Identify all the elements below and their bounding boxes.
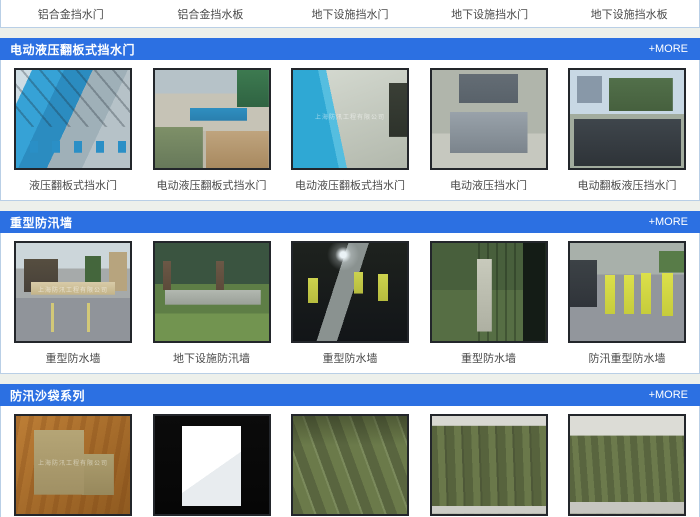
product-item[interactable] (568, 414, 686, 517)
more-link[interactable]: +MORE (649, 389, 688, 401)
more-link[interactable]: +MORE (649, 216, 688, 228)
product-photo[interactable] (568, 68, 686, 170)
product-item[interactable] (430, 414, 548, 517)
product-photo[interactable] (430, 68, 548, 170)
product-photo[interactable] (568, 241, 686, 343)
product-caption[interactable]: 防汛重型防水墙 (568, 350, 686, 363)
product-item[interactable]: 电动翻板液压挡水门 (568, 68, 686, 190)
watermark-text: 上海防汛工程有限公司 (293, 115, 407, 122)
section-title: 电动液压翻板式挡水门 (10, 41, 135, 58)
product-caption[interactable]: 液压翻板式挡水门 (14, 177, 132, 190)
product-photo[interactable]: 上海防汛工程有限公司 (14, 414, 132, 516)
product-caption[interactable]: 电动液压挡水门 (430, 177, 548, 190)
product-photo[interactable] (430, 241, 548, 343)
top-caption-row: 铝合金挡水门铝合金挡水板地下设施挡水门地下设施挡水门地下设施挡水板 (0, 0, 700, 28)
product-item[interactable]: 重型防水墙 (430, 241, 548, 363)
product-link[interactable]: 地下设施挡水门 (420, 6, 560, 22)
product-caption[interactable]: 电动液压翻板式挡水门 (291, 177, 409, 190)
product-link[interactable]: 铝合金挡水板 (141, 6, 281, 22)
product-photo[interactable]: 上海防汛工程有限公司 (14, 241, 132, 343)
product-photo[interactable] (153, 241, 271, 343)
product-photo[interactable] (430, 414, 548, 516)
section-body: 上海防汛工程有限公司 重型防水墙 地下设施防汛墙 重型防水墙 重型防水墙 防汛重… (0, 233, 700, 374)
product-photo[interactable] (153, 68, 271, 170)
product-caption[interactable]: 电动液压翻板式挡水门 (153, 177, 271, 190)
watermark-text: 上海防汛工程有限公司 (16, 461, 130, 468)
product-item[interactable]: 上海防汛工程有限公司 电动液压翻板式挡水门 (291, 68, 409, 190)
product-item[interactable]: 电动液压挡水门 (430, 68, 548, 190)
section-title: 重型防汛墙 (10, 214, 73, 231)
product-section: 重型防汛墙 +MORE 上海防汛工程有限公司 重型防水墙 地下设施防汛墙 重型防… (0, 211, 700, 374)
product-item[interactable]: 重型防水墙 (291, 241, 409, 363)
product-item[interactable]: 地下设施防汛墙 (153, 241, 271, 363)
product-link[interactable]: 地下设施挡水板 (559, 6, 699, 22)
section-title: 防汛沙袋系列 (10, 387, 85, 404)
product-item[interactable] (153, 414, 271, 517)
product-photo[interactable] (291, 241, 409, 343)
section-header: 重型防汛墙 +MORE (0, 211, 700, 233)
section-body: 上海防汛工程有限公司 (0, 406, 700, 517)
product-photo[interactable] (14, 68, 132, 170)
section-header: 电动液压翻板式挡水门 +MORE (0, 38, 700, 60)
product-item[interactable]: 防汛重型防水墙 (568, 241, 686, 363)
section-body: 液压翻板式挡水门 电动液压翻板式挡水门 上海防汛工程有限公司 电动液压翻板式挡水… (0, 60, 700, 201)
product-caption[interactable]: 电动翻板液压挡水门 (568, 177, 686, 190)
product-item[interactable] (291, 414, 409, 517)
product-photo[interactable] (291, 414, 409, 516)
section-list: 电动液压翻板式挡水门 +MORE 液压翻板式挡水门 电动液压翻板式挡水门 上海防… (0, 38, 700, 517)
product-item[interactable]: 液压翻板式挡水门 (14, 68, 132, 190)
section-header: 防汛沙袋系列 +MORE (0, 384, 700, 406)
product-caption[interactable]: 地下设施防汛墙 (153, 350, 271, 363)
product-item[interactable]: 电动液压翻板式挡水门 (153, 68, 271, 190)
product-photo[interactable]: 上海防汛工程有限公司 (291, 68, 409, 170)
product-item[interactable]: 上海防汛工程有限公司 重型防水墙 (14, 241, 132, 363)
product-item[interactable]: 上海防汛工程有限公司 (14, 414, 132, 517)
product-caption[interactable]: 重型防水墙 (14, 350, 132, 363)
product-caption[interactable]: 重型防水墙 (291, 350, 409, 363)
catalog-page: 铝合金挡水门铝合金挡水板地下设施挡水门地下设施挡水门地下设施挡水板 电动液压翻板… (0, 0, 700, 517)
product-link[interactable]: 铝合金挡水门 (1, 6, 141, 22)
more-link[interactable]: +MORE (649, 43, 688, 55)
product-section: 防汛沙袋系列 +MORE 上海防汛工程有限公司 (0, 384, 700, 517)
product-photo[interactable] (568, 414, 686, 516)
product-section: 电动液压翻板式挡水门 +MORE 液压翻板式挡水门 电动液压翻板式挡水门 上海防… (0, 38, 700, 201)
product-caption[interactable]: 重型防水墙 (430, 350, 548, 363)
watermark-text: 上海防汛工程有限公司 (16, 288, 130, 295)
product-link[interactable]: 地下设施挡水门 (280, 6, 420, 22)
product-photo[interactable] (153, 414, 271, 516)
